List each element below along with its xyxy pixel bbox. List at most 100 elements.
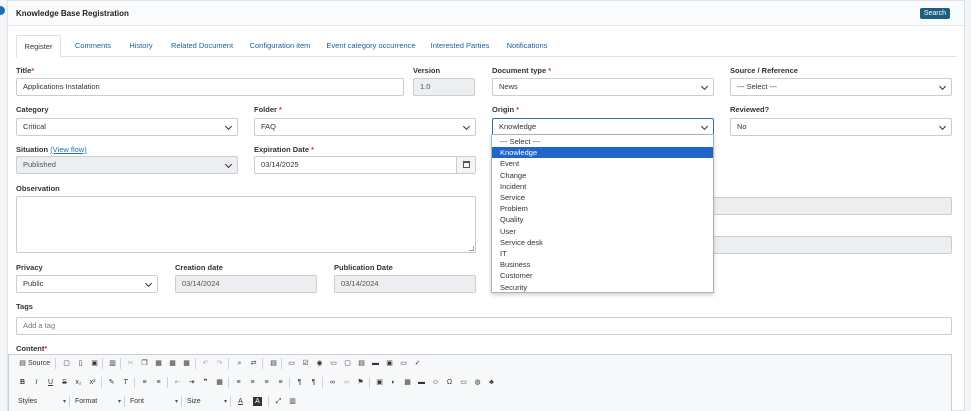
blockquote-icon[interactable]: ❞ bbox=[201, 378, 210, 387]
search-button[interactable]: Search bbox=[919, 8, 950, 19]
remove-format-icon[interactable]: T bbox=[121, 378, 130, 387]
tab-history[interactable]: History bbox=[122, 35, 160, 57]
observation-textarea[interactable] bbox=[16, 196, 476, 253]
paste-word-icon[interactable]: ▦ bbox=[182, 359, 191, 368]
spellcheck-icon[interactable]: ✓ bbox=[413, 359, 422, 368]
tab-register[interactable]: Register bbox=[16, 35, 61, 58]
italic-icon[interactable]: I bbox=[32, 378, 41, 387]
indent-icon[interactable]: ⇥ bbox=[187, 378, 196, 387]
checkbox-icon[interactable]: ☑ bbox=[301, 359, 310, 368]
origin-option-quality[interactable]: Quality bbox=[492, 214, 713, 225]
page-break-icon[interactable]: ▭ bbox=[459, 378, 468, 387]
superscript-icon[interactable]: x² bbox=[88, 378, 97, 387]
undo-icon[interactable]: ↶ bbox=[201, 359, 210, 368]
smiley-icon[interactable]: ☺ bbox=[431, 378, 440, 387]
flash-icon[interactable]: ◐ bbox=[389, 378, 398, 387]
view-flow-link[interactable]: (View flow) bbox=[50, 145, 87, 154]
origin-option-security[interactable]: Security bbox=[492, 282, 713, 293]
tab-related-document[interactable]: Related Document bbox=[167, 35, 237, 57]
background-color-icon[interactable]: A bbox=[253, 397, 262, 406]
copy-icon[interactable]: ❐ bbox=[140, 359, 149, 368]
origin-option-select[interactable]: --- Select --- bbox=[492, 136, 713, 147]
underline-icon[interactable]: U bbox=[46, 378, 55, 387]
tags-input[interactable]: Add a tag bbox=[16, 317, 952, 335]
font-combo[interactable]: Font bbox=[130, 396, 178, 408]
document-type-select[interactable]: News bbox=[492, 78, 714, 96]
ltr-icon[interactable]: ¶ bbox=[295, 378, 304, 387]
origin-option-business[interactable]: Business bbox=[492, 259, 713, 270]
source-button[interactable]: Source bbox=[28, 359, 50, 368]
reviewed-select[interactable]: No bbox=[730, 118, 952, 136]
origin-option-change[interactable]: Change bbox=[492, 170, 713, 181]
format-combo[interactable]: Format bbox=[75, 396, 121, 408]
resize-grip-icon[interactable] bbox=[469, 246, 474, 251]
image-button-icon[interactable]: ▣ bbox=[385, 359, 394, 368]
origin-option-incident[interactable]: Incident bbox=[492, 181, 713, 192]
tab-comments[interactable]: Comments bbox=[68, 35, 118, 57]
form-icon[interactable]: ▭ bbox=[287, 359, 296, 368]
align-right-icon[interactable]: ≡ bbox=[262, 378, 271, 387]
select-all-icon[interactable]: ▤ bbox=[269, 359, 278, 368]
origin-option-user[interactable]: User bbox=[492, 226, 713, 237]
cut-icon[interactable]: ✂ bbox=[126, 359, 135, 368]
origin-option-knowledge[interactable]: Knowledge bbox=[492, 147, 713, 159]
outdent-icon[interactable]: ⇤ bbox=[173, 378, 182, 387]
tab-event-category-occurrence[interactable]: Event category occurrence bbox=[323, 35, 419, 57]
special-char-icon[interactable]: Ω bbox=[445, 378, 454, 387]
unlink-icon[interactable]: ∞ bbox=[342, 378, 351, 387]
rtl-icon[interactable]: ¶ bbox=[309, 378, 318, 387]
privacy-select[interactable]: Public bbox=[16, 275, 158, 293]
origin-option-service-desk[interactable]: Service desk bbox=[492, 237, 713, 248]
source-reference-select[interactable]: --- Select --- bbox=[730, 78, 952, 96]
align-center-icon[interactable]: ≡ bbox=[248, 378, 257, 387]
bulleted-list-icon[interactable]: ≡ bbox=[154, 378, 163, 387]
styles-combo[interactable]: Styles bbox=[18, 396, 66, 408]
paste-icon[interactable]: ▦ bbox=[154, 359, 163, 368]
strikethrough-icon[interactable]: S bbox=[60, 378, 69, 387]
tab-configuration-item[interactable]: Configuration item bbox=[244, 35, 316, 57]
subscript-icon[interactable]: x₂ bbox=[74, 378, 83, 387]
print-icon[interactable]: ▣ bbox=[90, 359, 99, 368]
category-select[interactable]: Critical bbox=[16, 118, 238, 136]
tab-interested-parties[interactable]: Interested Parties bbox=[426, 35, 494, 57]
origin-option-customer[interactable]: Customer bbox=[492, 270, 713, 281]
div-container-icon[interactable]: ▦ bbox=[215, 378, 224, 387]
text-field-icon[interactable]: ▭ bbox=[329, 359, 338, 368]
replace-icon[interactable]: ⇄ bbox=[249, 359, 258, 368]
radio-icon[interactable]: ◉ bbox=[315, 359, 324, 368]
anchor-icon[interactable]: ⚑ bbox=[356, 378, 365, 387]
origin-option-problem[interactable]: Problem bbox=[492, 203, 713, 214]
image-icon[interactable]: ▣ bbox=[375, 378, 384, 387]
templates-icon[interactable]: ▥ bbox=[108, 359, 117, 368]
iframe-icon[interactable]: ◍ bbox=[473, 378, 482, 387]
align-left-icon[interactable]: ≡ bbox=[234, 378, 243, 387]
link-icon[interactable]: ∞ bbox=[328, 378, 337, 387]
numbered-list-icon[interactable]: ≡ bbox=[140, 378, 149, 387]
bold-icon[interactable]: B bbox=[18, 378, 27, 387]
button-icon[interactable]: ▬ bbox=[371, 359, 380, 368]
origin-option-event[interactable]: Event bbox=[492, 158, 713, 169]
origin-option-service[interactable]: Service bbox=[492, 192, 713, 203]
title-input[interactable]: Applications Instalation bbox=[16, 78, 404, 96]
maximize-icon[interactable]: ⤢ bbox=[274, 397, 283, 406]
expiration-date-input[interactable]: 03/14/2025 bbox=[254, 156, 476, 174]
hierarchy-icon[interactable]: ♣ bbox=[487, 378, 496, 387]
origin-option-it[interactable]: IT bbox=[492, 248, 713, 259]
textarea-icon[interactable]: ▢ bbox=[343, 359, 352, 368]
new-page-icon[interactable]: ▯ bbox=[76, 359, 85, 368]
copy-format-icon[interactable]: ✎ bbox=[107, 378, 116, 387]
paste-text-icon[interactable]: ▦ bbox=[168, 359, 177, 368]
justify-icon[interactable]: ≡ bbox=[276, 378, 285, 387]
tab-notifications[interactable]: Notifications bbox=[501, 35, 553, 57]
horizontal-line-icon[interactable]: ▬ bbox=[417, 378, 426, 387]
save-icon[interactable]: ▢ bbox=[62, 359, 71, 368]
calendar-button[interactable] bbox=[456, 157, 475, 173]
text-color-icon[interactable]: A bbox=[236, 397, 245, 406]
redo-icon[interactable]: ↷ bbox=[215, 359, 224, 368]
find-icon[interactable]: ⌕ bbox=[235, 359, 244, 368]
table-icon[interactable]: ▦ bbox=[403, 378, 412, 387]
show-blocks-icon[interactable]: ▥ bbox=[288, 397, 297, 406]
folder-select[interactable]: FAQ bbox=[254, 118, 476, 136]
select-field-icon[interactable]: ▤ bbox=[357, 359, 366, 368]
hidden-field-icon[interactable]: ▭ bbox=[399, 359, 408, 368]
